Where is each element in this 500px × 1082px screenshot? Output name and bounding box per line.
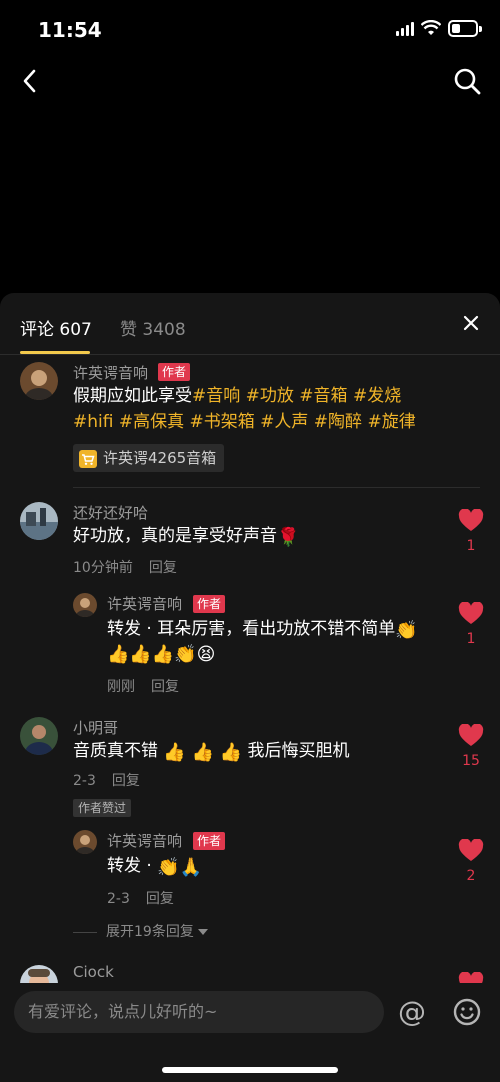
wifi-icon — [421, 20, 441, 35]
like-button[interactable]: 2 — [458, 838, 484, 884]
reply-button[interactable]: 回复 — [151, 679, 179, 695]
comment-user[interactable]: 还好还好哈 — [73, 502, 148, 523]
clap-emoji: 👏 — [395, 620, 418, 641]
comment-user[interactable]: 小明哥 — [73, 717, 118, 738]
sheet-tabs: 评论 607 赞 3408 — [0, 293, 500, 355]
comment-item: 小明哥 音质真不错 👍 👍 👍 我后悔买胆机 2-3 回复 作者赞过 15 许英谔… — [0, 711, 500, 951]
tab-comments[interactable]: 评论 607 — [20, 315, 92, 340]
emoji-row: 👍👍👍👏😫 — [107, 644, 216, 665]
comment-input[interactable]: 有爱评论，说点儿好听的~ — [14, 991, 384, 1033]
like-button[interactable]: 1 — [458, 508, 484, 554]
comment-text: 音质真不错 👍 👍 👍 我后悔买胆机 — [73, 738, 350, 766]
reply-button[interactable]: 回复 — [146, 891, 174, 907]
tab-underline — [20, 351, 90, 354]
home-indicator — [162, 1067, 338, 1073]
author-tag: 作者 — [193, 832, 226, 850]
emoji-icon[interactable] — [452, 997, 482, 1027]
heart-icon — [458, 838, 484, 861]
comment-item: 还好还好哈 好功放，真的是享受好声音🌹 10分钟前 回复 1 许英谔音响 作者 转… — [0, 496, 500, 706]
reply-user[interactable]: 许英谔音响 — [107, 830, 182, 851]
heart-icon — [458, 723, 484, 746]
avatar[interactable] — [73, 593, 97, 617]
comment-user[interactable]: Ciock — [73, 963, 114, 981]
reply-meta: 刚刚 回复 — [107, 679, 179, 695]
avatar[interactable] — [20, 362, 58, 400]
comment-list[interactable]: 许英谔音响 作者 假期应如此享受#音响 #功放 #音箱 #发烧 #hifi #高… — [0, 356, 500, 986]
avatar[interactable] — [73, 830, 97, 854]
reply-emoji-line: 👍👍👍👏😫 — [107, 640, 215, 668]
cart-icon — [79, 449, 97, 468]
author-tag: 作者 — [158, 363, 191, 381]
comment-input-bar: 有爱评论，说点儿好听的~ @ — [0, 983, 500, 1082]
comment-item: 许英谔音响 作者 假期应如此享受#音响 #功放 #音箱 #发烧 #hifi #高… — [0, 356, 500, 488]
like-count: 15 — [462, 753, 480, 769]
tab-likes[interactable]: 赞 3408 — [120, 315, 186, 340]
comment-meta: 2-3 回复 — [73, 773, 140, 789]
shop-link[interactable]: 许英谔4265音箱 — [73, 444, 225, 472]
mention-icon[interactable]: @ — [398, 997, 426, 1027]
clap-pray-emoji: 👏🙏 — [157, 857, 203, 878]
like-button[interactable]: 15 — [458, 723, 484, 769]
search-icon[interactable] — [452, 66, 482, 96]
back-icon[interactable] — [16, 66, 46, 96]
author-tag: 作者 — [193, 595, 226, 613]
reply-meta: 2-3 回复 — [107, 891, 174, 907]
avatar[interactable] — [20, 502, 58, 540]
like-button[interactable]: 1 — [458, 601, 484, 647]
comment-item: Ciock — [0, 959, 500, 986]
like-count: 1 — [466, 538, 476, 554]
thumbs-emoji: 👍 👍 👍 — [163, 742, 243, 763]
reply-button[interactable]: 回复 — [149, 560, 177, 576]
comment-text: 假期应如此享受#音响 #功放 #音箱 #发烧 — [73, 386, 402, 406]
comment-meta: 10分钟前 回复 — [73, 560, 177, 576]
status-bar: 11:54 — [0, 0, 500, 60]
reply-button[interactable]: 回复 — [112, 773, 140, 789]
like-count: 2 — [466, 868, 476, 884]
heart-icon — [458, 601, 484, 624]
top-nav — [0, 60, 500, 104]
comment-user[interactable]: 许英谔音响 — [73, 362, 148, 383]
comment-text: 好功放，真的是享受好声音🌹 — [73, 523, 299, 551]
battery-icon — [448, 20, 482, 37]
divider — [73, 487, 480, 488]
caret-down-icon — [198, 929, 209, 935]
like-count: 1 — [466, 631, 476, 647]
status-time: 11:54 — [38, 18, 102, 42]
hashtags[interactable]: #hifi #高保真 #书架箱 #人声 #陶醉 #旋律 — [73, 409, 416, 435]
rose-emoji: 🌹 — [277, 527, 300, 548]
expand-replies-button[interactable]: 展开19条回复 — [73, 921, 209, 941]
reply-text: 转发 · 👏🙏 — [107, 853, 202, 881]
close-icon[interactable] — [463, 315, 479, 331]
avatar[interactable] — [20, 717, 58, 755]
comments-sheet: 评论 607 赞 3408 许英谔音响 作者 假期应如此享受#音响 #功放 #音… — [0, 293, 500, 1082]
author-liked-badge: 作者赞过 — [73, 799, 132, 817]
heart-icon — [458, 508, 484, 531]
signal-icon — [396, 22, 414, 36]
hashtags[interactable]: #音响 #功放 #音箱 #发烧 — [192, 386, 401, 406]
reply-user[interactable]: 许英谔音响 — [107, 593, 182, 614]
